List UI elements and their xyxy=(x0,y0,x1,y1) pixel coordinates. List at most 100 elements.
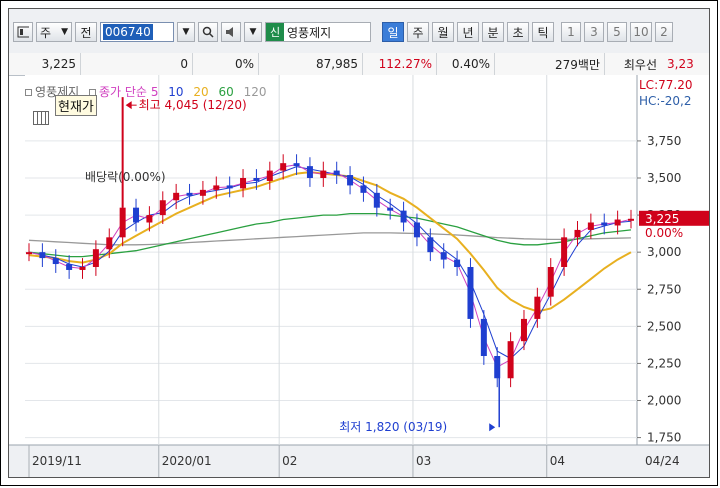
turnover: 0.40% xyxy=(451,57,490,71)
candle-body xyxy=(26,252,32,255)
best-bid-label: 최우선 xyxy=(623,57,657,72)
interval-label: 1 xyxy=(567,25,575,39)
mode-select[interactable]: 주 ▼ xyxy=(36,22,72,42)
chart-layout-icon[interactable] xyxy=(13,22,33,42)
period-second-button[interactable]: 초 xyxy=(507,22,529,42)
speaker-dropdown-button[interactable]: ▼ xyxy=(244,22,262,42)
period-label: 년 xyxy=(462,25,474,40)
candle-body xyxy=(39,252,46,259)
chart-window: 주 ▼ 전 006740 ▼ ▼ 신 영풍제지 일 주 월 년 분 초 틱 1 … xyxy=(8,8,710,478)
speaker-button[interactable] xyxy=(221,22,241,42)
candle-body xyxy=(480,318,487,356)
y-tick-label: 2,750 xyxy=(647,282,681,296)
candle-body xyxy=(293,163,300,167)
period-label: 일 xyxy=(387,25,399,40)
legend-type: 종가 단순 xyxy=(99,85,147,99)
new-listing-badge: 신 xyxy=(266,23,284,41)
period-month-button[interactable]: 월 xyxy=(432,22,454,42)
candle-body xyxy=(454,259,461,267)
grid-icon[interactable] xyxy=(33,111,49,125)
interval-3-button[interactable]: 3 xyxy=(584,22,604,42)
period-minute-button[interactable]: 분 xyxy=(482,22,504,42)
candle-body xyxy=(133,207,140,223)
candle-body xyxy=(547,267,554,297)
interval-2-button[interactable]: 2 xyxy=(655,22,673,42)
period-label: 분 xyxy=(487,25,499,40)
current-price: 3,225 xyxy=(41,57,76,71)
best-bid: 3,23 xyxy=(667,57,694,71)
period-label: 틱 xyxy=(537,25,549,40)
candle-body xyxy=(534,296,541,319)
interval-5-button[interactable]: 5 xyxy=(607,22,627,42)
interval-10-button[interactable]: 10 xyxy=(630,22,652,42)
price-change-pct: 0% xyxy=(234,57,254,71)
stock-name: 영풍제지 xyxy=(287,25,332,40)
quote-info-row: 3,225 0 0% 87,985 112.27% 0.40% 279백만 최우… xyxy=(9,53,709,76)
candle-body xyxy=(199,189,206,196)
candle-body xyxy=(360,185,367,193)
search-button[interactable] xyxy=(198,22,218,42)
volume: 87,985 xyxy=(316,57,358,71)
code-dropdown-button[interactable]: ▼ xyxy=(177,22,195,42)
interval-label: 10 xyxy=(633,25,649,39)
candle-body xyxy=(400,210,407,223)
x-tick-label: 03 xyxy=(416,454,431,468)
lc-label: LC:77.20 xyxy=(639,78,692,92)
mode-label: 주 xyxy=(40,25,52,40)
candle-body xyxy=(467,267,474,319)
candle-body xyxy=(601,222,608,226)
volume-ratio: 112.27% xyxy=(378,57,432,71)
period-day-button[interactable]: 일 xyxy=(382,22,404,42)
candle-body xyxy=(373,192,380,208)
candle-body xyxy=(561,237,568,267)
interval-label: 2 xyxy=(660,25,668,39)
chevron-down-icon: ▼ xyxy=(182,27,190,37)
period-label: 주 xyxy=(412,25,424,40)
search-icon xyxy=(202,26,214,38)
candle-body xyxy=(520,318,527,342)
candle-body xyxy=(66,264,73,270)
candle-body xyxy=(427,237,434,253)
plot-area xyxy=(25,75,637,445)
hc-label: HC:-20,2 xyxy=(639,94,692,108)
y-tick-label: 2,000 xyxy=(647,394,681,408)
amount-cell: 279백만 xyxy=(495,53,605,75)
price-cell: 3,225 xyxy=(9,53,81,75)
legend-ma20: 20 xyxy=(193,85,209,99)
y-tick-label: 2,250 xyxy=(647,356,681,370)
prev-label: 전 xyxy=(80,25,92,40)
current-price-tooltip: 현재가 xyxy=(55,95,97,116)
interval-label: 3 xyxy=(590,25,598,39)
price-chart[interactable]: 3,7503,5003,2503,0002,7502,5002,2502,000… xyxy=(9,75,710,478)
current-pct-axis-label: 0.00% xyxy=(645,226,683,240)
period-week-button[interactable]: 주 xyxy=(407,22,429,42)
chevron-down-icon: ▼ xyxy=(61,27,68,37)
candle-body xyxy=(440,252,447,260)
candle-body xyxy=(173,192,180,201)
interval-label: 5 xyxy=(613,25,621,39)
period-label: 초 xyxy=(512,25,524,40)
y-tick-label: 2,500 xyxy=(647,319,681,333)
candle-body xyxy=(320,170,327,178)
prev-button[interactable]: 전 xyxy=(75,22,97,42)
trade-amount: 279백만 xyxy=(555,57,600,72)
x-right-label: 04/24 xyxy=(645,454,680,468)
interval-1-button[interactable]: 1 xyxy=(561,22,581,42)
chevron-down-icon: ▼ xyxy=(249,27,257,37)
period-year-button[interactable]: 년 xyxy=(457,22,479,42)
low-annotation: 최저 1,820 (03/19) xyxy=(339,420,447,434)
stock-code-value: 006740 xyxy=(103,24,153,40)
candle-body xyxy=(587,222,594,230)
candle-body xyxy=(387,207,394,211)
y-tick-label: 3,750 xyxy=(647,134,681,148)
period-tick-button[interactable]: 틱 xyxy=(532,22,554,42)
change-cell: 0 xyxy=(81,53,193,75)
stock-name-box[interactable]: 신 영풍제지 xyxy=(265,22,371,42)
x-tick-label: 04 xyxy=(550,454,565,468)
candle-body xyxy=(413,222,420,238)
candle-body xyxy=(333,170,340,176)
period-label: 월 xyxy=(437,25,449,40)
volume-ratio-cell: 112.27% xyxy=(363,53,437,75)
stock-code-input[interactable]: 006740 xyxy=(100,22,174,42)
candle-body xyxy=(574,229,581,238)
